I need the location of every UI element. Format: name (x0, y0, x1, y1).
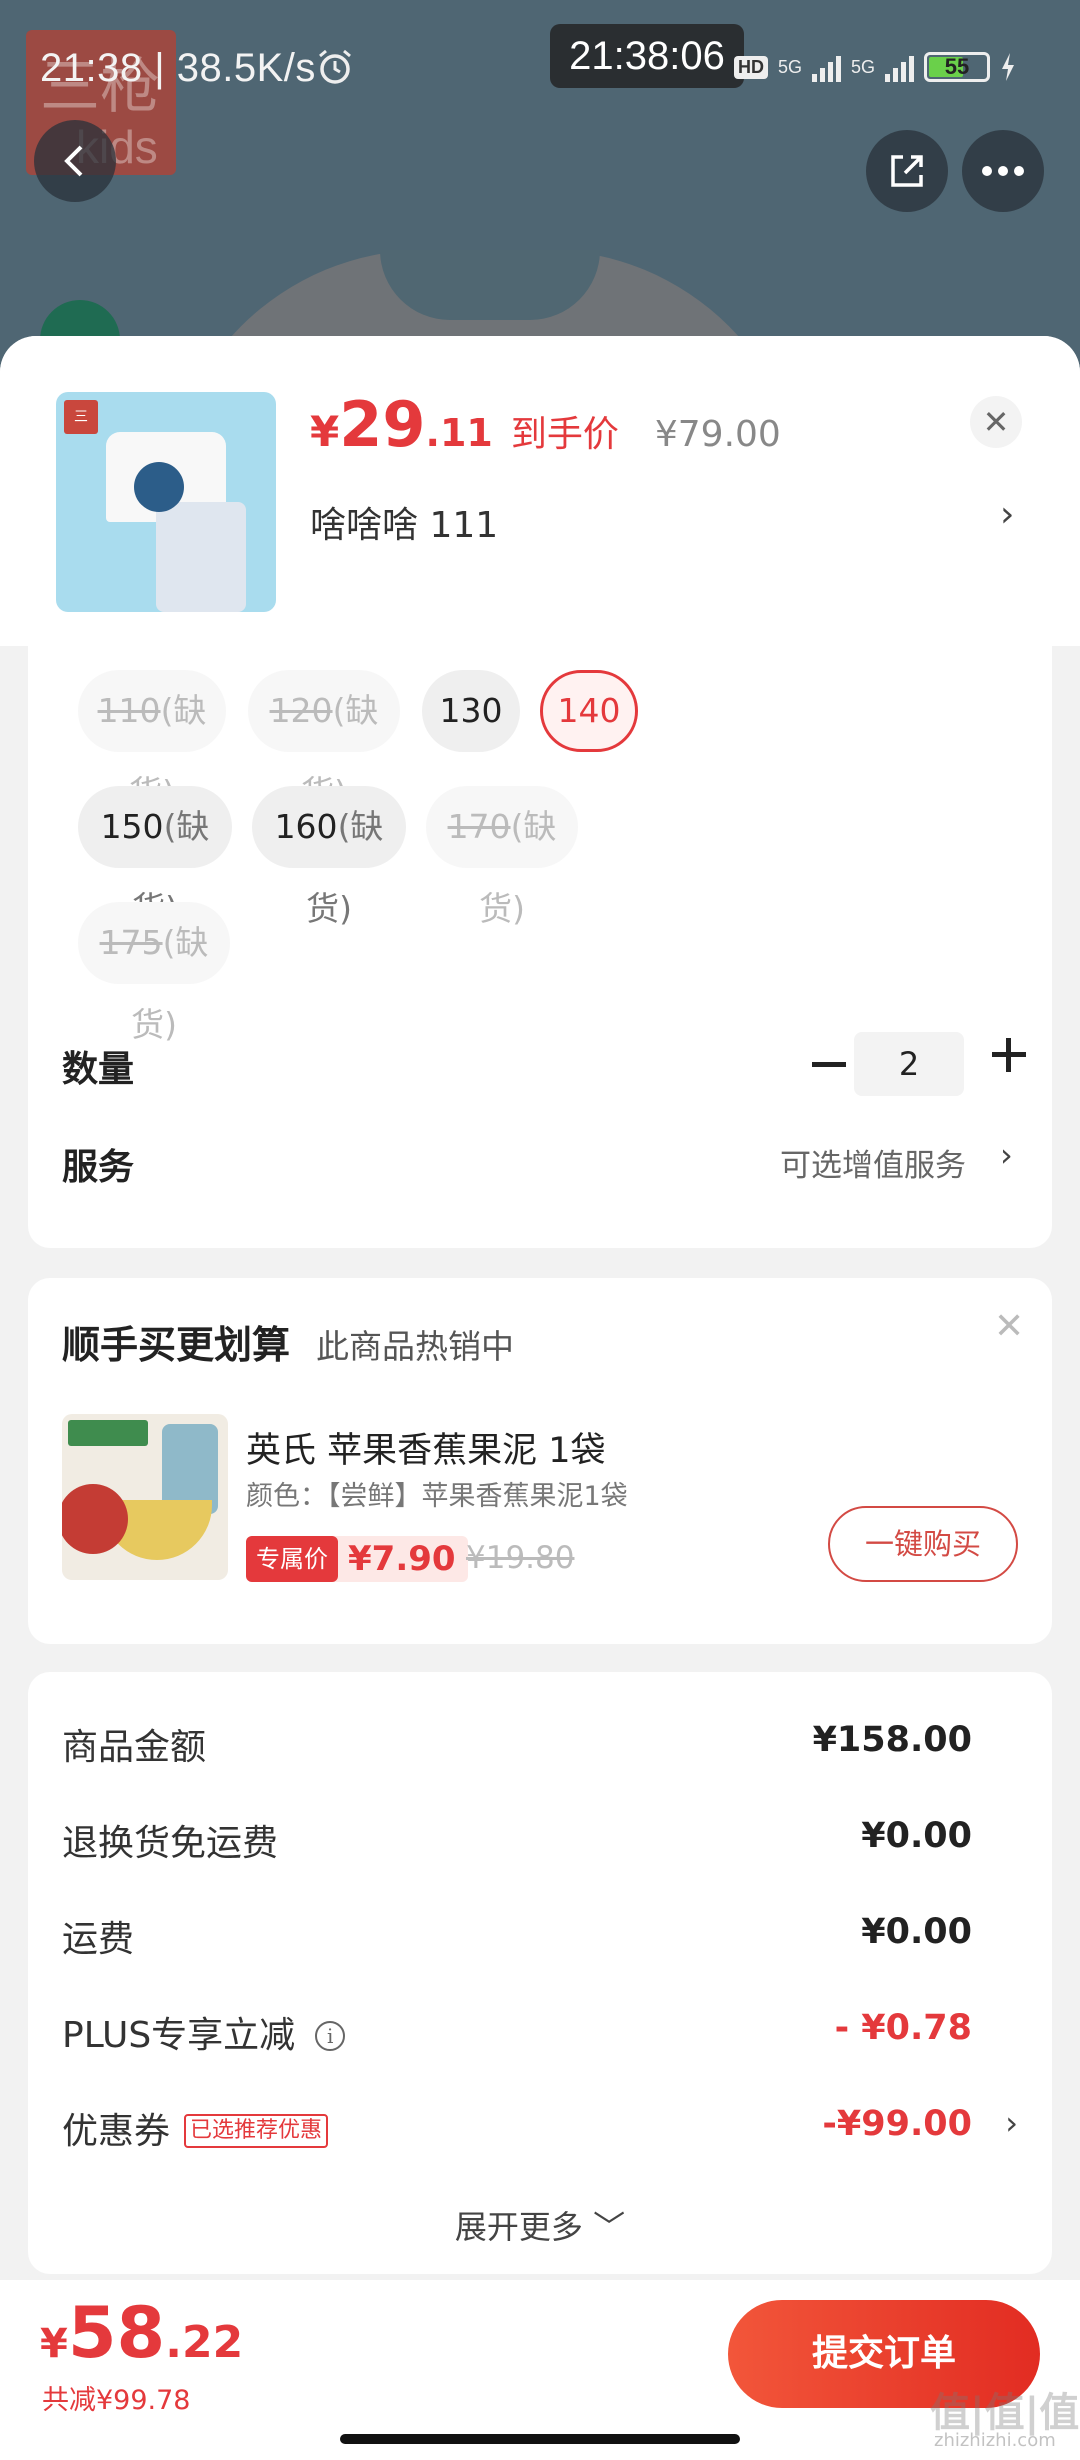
total-integer: 58 (67, 2292, 166, 2374)
quantity-increase-button[interactable] (984, 1030, 1034, 1080)
chevron-right-icon[interactable]: › (1005, 2104, 1018, 2142)
battery-icon: 55 (924, 52, 991, 82)
service-hint[interactable]: 可选增值服务 (780, 1140, 966, 1185)
close-icon: ✕ (982, 403, 1010, 441)
signal-icon (812, 52, 842, 82)
watermark-site: zhizhizhi.com (934, 2430, 1056, 2451)
size-chip-150[interactable]: 150(缺货) (78, 786, 232, 928)
hd-badge: HD (734, 55, 768, 79)
charging-icon (1002, 53, 1015, 81)
chevron-left-icon (64, 145, 83, 177)
summary-label: 运费 (62, 1919, 135, 1960)
size-chip-175[interactable]: 175(缺货) (78, 902, 230, 1044)
one-click-buy-button[interactable]: 一键购买 (828, 1506, 1018, 1582)
original-price: ¥79.00 (654, 414, 781, 455)
service-label: 服务 (62, 1147, 135, 1188)
special-price-value: ¥7.90 (348, 1539, 456, 1579)
summary-value: ¥0.00 (861, 1912, 972, 1952)
price-symbol: ¥ (310, 407, 340, 456)
summary-value: - ¥0.78 (834, 2008, 972, 2048)
size-chip-170[interactable]: 170(缺货) (426, 786, 578, 928)
summary-label-plus: PLUS专享立减 i (62, 2006, 346, 2058)
share-icon (891, 155, 923, 187)
summary-label: 退换货免运费 (62, 1823, 279, 1864)
summary-value: ¥0.00 (861, 1816, 972, 1856)
total-saved: 共减¥99.78 (42, 2385, 191, 2416)
bundle-item-name: 英氏 苹果香蕉果泥 1袋 (246, 1431, 606, 1471)
size-selector: 110(缺货) 120(缺货) 130 140 150(缺货) 160(缺货) … (28, 644, 1052, 1248)
expand-more-button[interactable]: 展开更多 ﹀ (28, 2202, 1052, 2248)
back-button[interactable] (34, 120, 116, 202)
bundle-subtitle: 此商品热销中 (316, 1327, 514, 1366)
info-icon[interactable]: i (315, 2021, 346, 2051)
network-5g-1: 5G (778, 56, 803, 77)
signal-icon-2 (885, 52, 915, 82)
total-decimal: .22 (165, 2317, 244, 2368)
order-summary: 商品金额 ¥158.00 退换货免运费 ¥0.00 运费 ¥0.00 PLUS专… (28, 1672, 1052, 2274)
purchase-sheet: 三 ¥ 29 .11 到手价 ¥79.00 ✕ 啥啥啥 111 › 110(缺货… (0, 336, 1080, 2460)
quantity-label: 数量 (62, 1049, 135, 1090)
summary-value: ¥158.00 (812, 1720, 972, 1760)
summary-row-coupon[interactable]: 优惠券 已选推荐优惠 -¥99.00 › (62, 2096, 1018, 2156)
network-5g-2: 5G (851, 56, 876, 77)
special-price-label: 专属价 (246, 1536, 338, 1582)
total-price: ¥ 58 .22 (40, 2292, 243, 2374)
summary-row: 运费 ¥0.00 (62, 1904, 1018, 1964)
chevron-right-icon[interactable]: › (1000, 494, 1014, 535)
size-chip-120[interactable]: 120(缺货) (248, 670, 400, 812)
screen-clock: 21:38:06 (550, 24, 744, 88)
size-chip-140[interactable]: 140 (540, 670, 638, 752)
status-time-network: 21:38 | 38.5K/s (40, 46, 316, 90)
status-bar: 21:38 | 38.5K/s 21:38:06 HD 5G 5G 55 (0, 0, 1080, 130)
bundle-item-color: 颜色：【尝鲜】苹果香蕉果泥1袋 (246, 1481, 628, 1512)
battery-level: 55 (944, 54, 970, 79)
price-integer: 29 (339, 388, 426, 461)
summary-label-coupon: 优惠券 已选推荐优惠 (62, 2102, 329, 2154)
summary-label: 商品金额 (62, 1727, 207, 1768)
status-icons: HD 5G 5G 55 (734, 42, 1016, 92)
size-chip-130[interactable]: 130 (422, 670, 520, 752)
quantity-input[interactable]: 2 (854, 1032, 964, 1096)
bundle-title: 顺手买更划算 (62, 1323, 291, 1367)
size-chip-110[interactable]: 110(缺货) (78, 670, 226, 812)
price-decimal: .11 (425, 411, 493, 455)
close-icon[interactable]: ✕ (994, 1306, 1024, 1347)
summary-row: PLUS专享立减 i - ¥0.78 (62, 2000, 1018, 2060)
bundle-original-price: ¥19.80 (466, 1540, 575, 1576)
selected-variant[interactable]: 啥啥啥 111 (310, 496, 498, 548)
bundle-card: 顺手买更划算 此商品热销中 ✕ 英氏 苹果香蕉果泥 1袋 颜色：【尝鲜】苹果香蕉… (28, 1278, 1052, 1644)
home-indicator[interactable] (340, 2434, 740, 2444)
summary-row: 退换货免运费 ¥0.00 (62, 1808, 1018, 1868)
more-icon (982, 166, 1024, 176)
summary-value: -¥99.00 (822, 2104, 972, 2144)
alarm-icon (319, 49, 351, 84)
price-row: ¥ 29 .11 到手价 ¥79.00 (310, 388, 781, 461)
product-thumbnail[interactable]: 三 (56, 392, 276, 612)
bundle-item-image[interactable] (62, 1414, 228, 1580)
coupon-badge: 已选推荐优惠 (184, 2114, 329, 2148)
checkout-bar: ¥ 58 .22 共减¥99.78 提交订单 (0, 2280, 1080, 2460)
brand-tag-icon: 三 (64, 400, 98, 434)
chevron-right-icon[interactable]: › (1000, 1136, 1013, 1174)
close-button[interactable]: ✕ (970, 396, 1022, 448)
price-label: 到手价 (510, 414, 619, 455)
special-price-tag: 专属价 ¥7.90 (246, 1536, 468, 1582)
summary-row: 商品金额 ¥158.00 (62, 1712, 1018, 1772)
total-symbol: ¥ (40, 2321, 68, 2367)
quantity-decrease-button[interactable] (812, 1062, 846, 1067)
size-chip-160[interactable]: 160(缺货) (252, 786, 406, 928)
share-button[interactable] (866, 130, 948, 212)
sheet-header: 三 ¥ 29 .11 到手价 ¥79.00 ✕ 啥啥啥 111 › (0, 336, 1080, 646)
more-button[interactable] (962, 130, 1044, 212)
